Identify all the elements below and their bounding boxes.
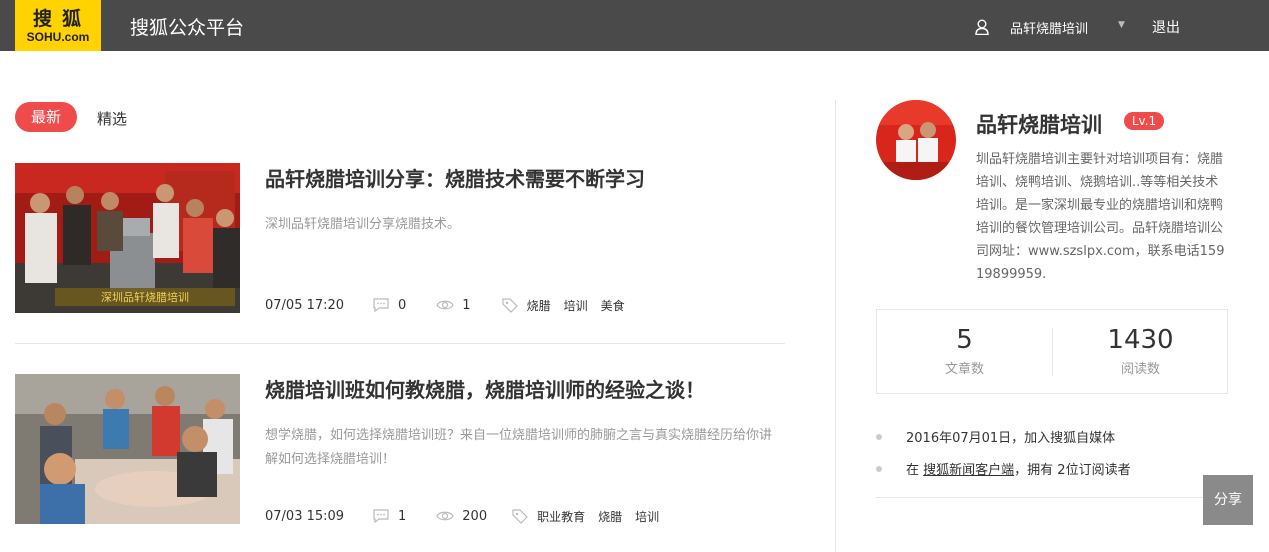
article-tag[interactable]: 培训 (564, 297, 588, 314)
eye-icon (436, 300, 454, 310)
article-item[interactable]: 烧腊培训班如何教烧腊，烧腊培训师的经验之谈！ 想学烧腊，如何选择烧腊培训班？来自… (15, 374, 785, 524)
comment-count: 1 (398, 508, 407, 524)
logo-domain: SOHU.com (26, 29, 90, 44)
avatar[interactable] (876, 100, 956, 180)
article-desc: 想学烧腊，如何选择烧腊培训班？来自一位烧腊培训师的肺腑之言与真实烧腊经历给你讲解… (265, 428, 773, 467)
tab-featured[interactable]: 精选 (97, 108, 127, 129)
news-client-link[interactable]: 搜狐新闻客户端 (923, 463, 1014, 478)
user-icon[interactable] (975, 19, 989, 35)
article-thumbnail[interactable]: 深圳品轩烧腊培训 (15, 163, 240, 313)
stat-articles: 5 文章数 (877, 324, 1052, 377)
comment-icon (373, 298, 389, 313)
bullet-icon (876, 434, 882, 440)
view-count: 1 (462, 297, 471, 313)
logo-text: 搜狐 (32, 7, 91, 30)
column-divider (835, 100, 836, 552)
articles-count: 5 (956, 325, 973, 355)
bullet-icon (876, 466, 882, 472)
subscriber-text: 在 搜狐新闻客户端，拥有 2位订阅读者 (906, 459, 1131, 478)
article-title[interactable]: 品轩烧腊培训分享：烧腊技术需要不断学习 (265, 163, 645, 192)
article-tag[interactable]: 烧腊 (598, 508, 622, 525)
account-stats: 5 文章数 1430 阅读数 (876, 309, 1228, 394)
article-item[interactable]: 深圳品轩烧腊培训 品轩烧腊培训分享：烧腊技术需要不断学习 深圳品轩烧腊培训分享烧… (15, 163, 785, 313)
client-prefix: 在 (906, 463, 920, 478)
article-meta: 07/03 15:09 1 200 职业教育 烧腊 培训 (265, 506, 672, 526)
tab-latest[interactable]: 最新 (15, 102, 77, 132)
client-suffix: ，拥有 2位订阅读者 (1014, 463, 1131, 478)
articles-label: 文章数 (944, 362, 984, 377)
platform-title[interactable]: 搜狐公众平台 (130, 13, 244, 40)
logout-link[interactable]: 退出 (1152, 17, 1180, 37)
article-thumbnail[interactable] (15, 374, 240, 524)
user-menu[interactable]: 品轩烧腊培训 (1010, 18, 1088, 37)
eye-icon (436, 511, 454, 521)
article-desc: 深圳品轩烧腊培训分享烧腊技术。 (265, 217, 461, 232)
account-description: 圳品轩烧腊培训主要针对培训项目有：烧腊培训、烧鸭培训、烧鹅培训..等等相关技术培… (976, 152, 1225, 282)
reads-label: 阅读数 (1120, 362, 1160, 377)
article-time: 07/03 15:09 (265, 508, 345, 524)
top-bar: 搜狐 SOHU.com 搜狐公众平台 品轩烧腊培训 ▼ 退出 (0, 0, 1269, 51)
chevron-down-icon[interactable]: ▼ (1118, 20, 1125, 30)
tag-icon (512, 509, 528, 524)
sohu-logo[interactable]: 搜狐 SOHU.com (15, 0, 101, 51)
joined-text: 2016年07月01日，加入搜狐自媒体 (906, 431, 1116, 446)
sidebar-divider (876, 497, 1228, 498)
article-tag[interactable]: 烧腊 (527, 297, 551, 314)
level-badge: Lv.1 (1124, 112, 1164, 130)
article-time: 07/05 17:20 (265, 297, 345, 313)
svg-text:深圳品轩烧腊培训: 深圳品轩烧腊培训 (101, 290, 189, 304)
tag-icon (501, 298, 518, 313)
reads-count: 1430 (1107, 325, 1174, 355)
article-tag[interactable]: 职业教育 (537, 508, 585, 525)
comment-count: 0 (398, 297, 407, 313)
article-tag[interactable]: 美食 (601, 297, 625, 314)
article-tag[interactable]: 培训 (635, 508, 659, 525)
account-name: 品轩烧腊培训 (976, 113, 1102, 137)
article-divider (15, 343, 785, 344)
article-title[interactable]: 烧腊培训班如何教烧腊，烧腊培训师的经验之谈！ (265, 374, 705, 403)
view-count: 200 (462, 508, 488, 524)
comment-icon (373, 509, 389, 524)
share-button[interactable]: 分享 (1203, 475, 1253, 525)
stat-reads: 1430 阅读数 (1053, 324, 1228, 377)
article-meta: 07/05 17:20 0 1 烧腊 培训 美食 (265, 295, 638, 315)
